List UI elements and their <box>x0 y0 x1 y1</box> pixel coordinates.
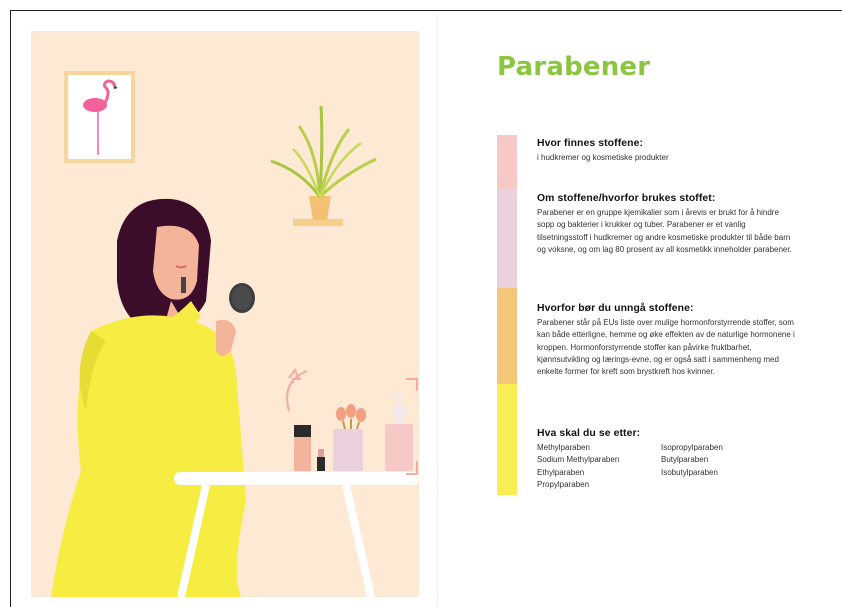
list-item: Isopropylparaben <box>661 443 723 452</box>
list-item: Propylparaben <box>537 480 590 490</box>
woman-applying-lipstick-icon <box>31 31 419 597</box>
lipstick-icon <box>317 449 325 471</box>
section-why-avoid: Hvorfor bør du unngå stoffene: Parabener… <box>537 303 797 378</box>
chemical-list-col-1: Methylparaben Sodium Methylparaben Ethyl… <box>537 442 661 492</box>
section-heading: Hvorfor bør du unngå stoffene: <box>537 303 694 314</box>
section-where-found: Hvor finnes stoffene: i hudkremer og kos… <box>537 138 797 164</box>
list-item: Sodium Methylparaben <box>537 455 620 465</box>
section-text: i hudkremer og kosmetiske produkter <box>537 153 669 162</box>
chemical-list: Methylparaben Sodium Methylparaben Ethyl… <box>537 442 797 492</box>
section-heading: Hvor finnes stoffene: <box>537 138 644 149</box>
makeup-illustration <box>31 31 419 597</box>
page-title: Parabener <box>497 52 651 82</box>
section-heading: Om stoffene/hvorfor brukes stoffet: <box>537 193 716 204</box>
section-text: Parabener er en gruppe kjemikalier som i… <box>537 208 792 254</box>
chemical-list-col-2: Isopropylparaben Butylparaben Isobutylpa… <box>661 442 785 492</box>
section-text: Parabener står på EUs liste over mulige … <box>537 318 795 377</box>
list-item: Methylparaben <box>537 443 590 452</box>
section-heading: Hva skal du se etter: <box>537 428 641 439</box>
flamingo-picture-icon <box>64 71 135 163</box>
section-about: Om stoffene/hvorfor brukes stoffet: Para… <box>537 193 797 256</box>
list-item: Isobutylparaben <box>661 467 718 477</box>
color-bar-look-for <box>497 384 517 495</box>
foundation-bottle-icon <box>294 425 311 471</box>
page-divider <box>437 11 438 607</box>
color-bar-where <box>497 135 517 189</box>
makeup-brushes-icon <box>333 404 366 471</box>
color-bar-why-avoid <box>497 288 517 384</box>
color-bar-about <box>497 189 517 288</box>
section-look-for: Hva skal du se etter: Methylparaben Sodi… <box>537 428 797 492</box>
list-item: Ethylparaben <box>537 467 585 477</box>
list-item: Butylparaben <box>661 455 709 465</box>
